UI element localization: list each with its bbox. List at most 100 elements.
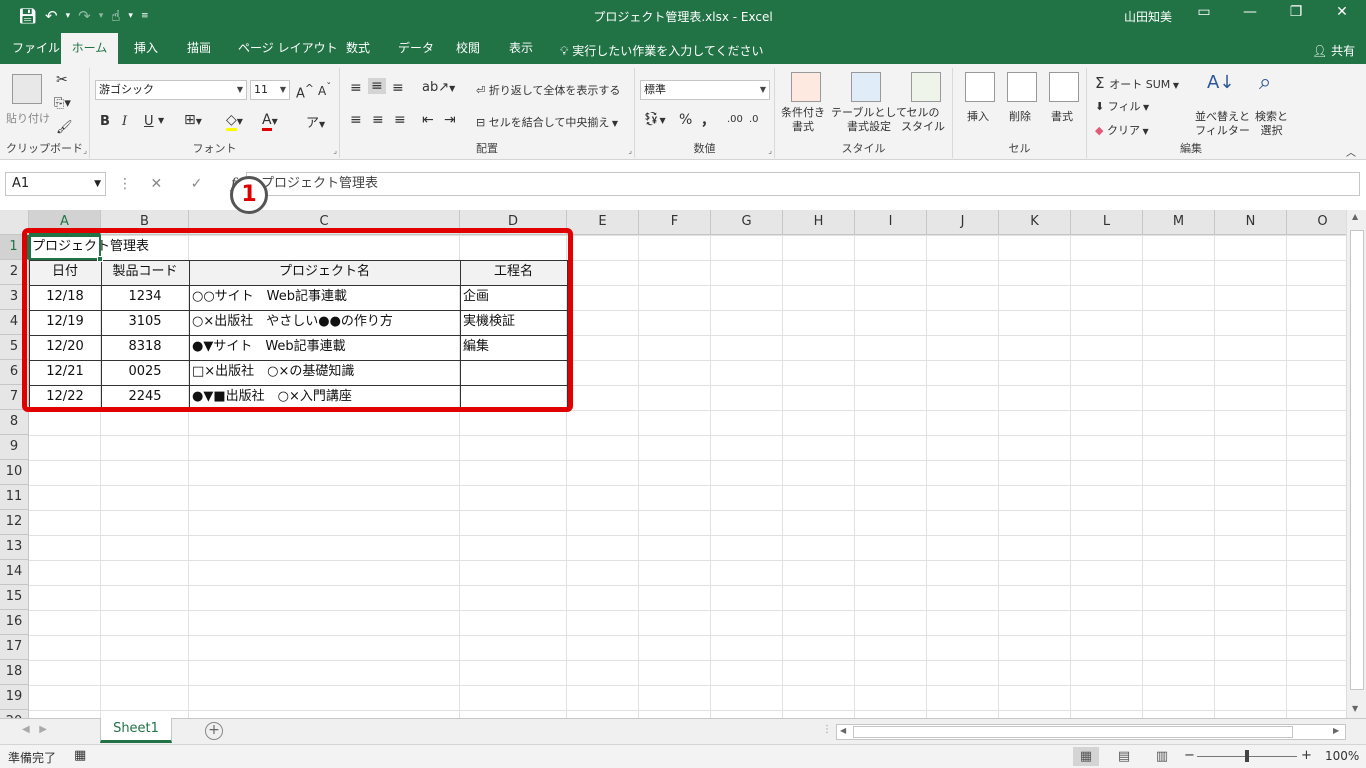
scroll-up-icon[interactable]: ▲ bbox=[1352, 212, 1358, 221]
horizontal-scroll-thumb[interactable] bbox=[853, 726, 1293, 738]
format-cells-icon[interactable] bbox=[1049, 72, 1079, 102]
zoom-slider-thumb[interactable] bbox=[1245, 750, 1249, 762]
align-top-icon[interactable]: ≡ bbox=[350, 80, 362, 96]
enter-icon[interactable]: ✓ bbox=[191, 176, 203, 192]
tab-file[interactable]: ファイル bbox=[2, 33, 70, 64]
delete-cells-button[interactable]: 削除 bbox=[1009, 108, 1031, 124]
align-right-icon[interactable]: ≡ bbox=[394, 112, 406, 128]
row-header-8[interactable]: 8 bbox=[0, 410, 29, 435]
increase-decimal-icon[interactable]: .00 bbox=[727, 114, 743, 125]
underline-button[interactable]: U bbox=[144, 114, 154, 129]
add-sheet-icon[interactable]: + bbox=[205, 722, 223, 740]
cancel-icon[interactable]: ✕ bbox=[150, 176, 162, 192]
cut-icon[interactable]: ✂ bbox=[56, 72, 68, 88]
underline-dropdown-icon[interactable]: ▼ bbox=[158, 116, 164, 125]
cell-styles-icon[interactable] bbox=[911, 72, 941, 102]
cell-styles-button[interactable]: セルの スタイル bbox=[901, 106, 945, 134]
horizontal-scrollbar[interactable]: ◀ ▶ bbox=[836, 724, 1346, 740]
row-header-13[interactable]: 13 bbox=[0, 535, 29, 560]
close-icon[interactable]: ✕ bbox=[1328, 4, 1356, 20]
collapse-ribbon-icon[interactable]: ︿ bbox=[1346, 144, 1356, 159]
column-header-f[interactable]: F bbox=[639, 210, 711, 235]
row-header-10[interactable]: 10 bbox=[0, 460, 29, 485]
fill-color-icon[interactable]: ◇▼ bbox=[226, 112, 243, 131]
comma-button[interactable]: ， bbox=[701, 110, 715, 130]
column-header-n[interactable]: N bbox=[1215, 210, 1287, 235]
tab-split-handle-icon[interactable]: ⋮ bbox=[822, 724, 832, 735]
format-cells-button[interactable]: 書式 bbox=[1051, 108, 1073, 124]
row-header-19[interactable]: 19 bbox=[0, 685, 29, 710]
formula-input[interactable]: プロジェクト管理表 bbox=[246, 172, 1360, 196]
copy-icon[interactable]: ⎘▾ bbox=[54, 96, 71, 111]
normal-view-icon[interactable]: ▦ bbox=[1073, 747, 1099, 766]
bold-button[interactable]: B bbox=[100, 114, 110, 129]
italic-button[interactable]: I bbox=[122, 114, 127, 129]
merge-center-button[interactable]: ⊟ セルを結合して中央揃え ▼ bbox=[476, 114, 618, 130]
sort-filter-icon[interactable]: A↓ bbox=[1207, 72, 1234, 93]
row-header-12[interactable]: 12 bbox=[0, 510, 29, 535]
column-header-o[interactable]: O bbox=[1287, 210, 1346, 235]
currency-icon[interactable]: 💱︎▼ bbox=[643, 112, 666, 127]
scroll-left-icon[interactable]: ◀ bbox=[840, 726, 846, 735]
clear-button[interactable]: ◆ クリア ▼ bbox=[1095, 122, 1149, 138]
scroll-down-icon[interactable]: ▼ bbox=[1352, 704, 1358, 713]
align-left-icon[interactable]: ≡ bbox=[350, 112, 362, 128]
sheet-nav-icon[interactable]: ◀ ▶ bbox=[22, 724, 53, 735]
format-as-table-icon[interactable] bbox=[851, 72, 881, 102]
wrap-text-button[interactable]: ⏎ 折り返して全体を表示する bbox=[476, 82, 620, 98]
borders-icon[interactable]: ⊞▼ bbox=[184, 112, 202, 128]
share-button[interactable]: 👤︎ 共有 bbox=[1312, 42, 1355, 59]
column-header-k[interactable]: K bbox=[999, 210, 1071, 235]
page-layout-view-icon[interactable]: ▤ bbox=[1111, 747, 1137, 766]
row-header-15[interactable]: 15 bbox=[0, 585, 29, 610]
zoom-out-icon[interactable]: − bbox=[1184, 748, 1195, 763]
font-name-select[interactable]: 游ゴシック ▼ bbox=[95, 80, 247, 100]
minimize-icon[interactable]: — bbox=[1236, 4, 1264, 20]
orientation-icon[interactable]: ab↗▼ bbox=[422, 80, 455, 95]
tab-view[interactable]: 表示 bbox=[499, 33, 543, 64]
tab-data[interactable]: データ bbox=[388, 33, 444, 64]
column-header-m[interactable]: M bbox=[1143, 210, 1215, 235]
tab-page-layout[interactable]: ページ レイアウト bbox=[228, 33, 348, 64]
vertical-scrollbar[interactable]: ▲ ▼ bbox=[1346, 210, 1366, 718]
font-size-select[interactable]: 11 ▼ bbox=[250, 80, 290, 100]
paste-button[interactable]: 貼り付け bbox=[6, 110, 50, 126]
column-header-j[interactable]: J bbox=[927, 210, 999, 235]
tab-home[interactable]: ホーム bbox=[61, 33, 118, 64]
macro-record-icon[interactable]: ▦ bbox=[74, 748, 86, 763]
column-header-e[interactable]: E bbox=[567, 210, 639, 235]
row-header-14[interactable]: 14 bbox=[0, 560, 29, 585]
row-header-20[interactable]: 20 bbox=[0, 710, 29, 718]
zoom-level[interactable]: 100% bbox=[1325, 749, 1359, 763]
column-header-i[interactable]: I bbox=[855, 210, 927, 235]
conditional-format-button[interactable]: 条件付き 書式 bbox=[781, 106, 825, 134]
alignment-launcher-icon[interactable]: ⌟ bbox=[628, 146, 632, 155]
ribbon-display-options-icon[interactable]: ▭ bbox=[1190, 4, 1218, 20]
sheet-tab-sheet1[interactable]: Sheet1 bbox=[100, 718, 172, 743]
restore-icon[interactable]: ❐ bbox=[1282, 4, 1310, 20]
tab-insert[interactable]: 挿入 bbox=[124, 33, 168, 64]
tab-review[interactable]: 校閲 bbox=[446, 33, 490, 64]
column-header-g[interactable]: G bbox=[711, 210, 783, 235]
vertical-scroll-thumb[interactable] bbox=[1350, 230, 1364, 690]
autosum-button[interactable]: Σ オート SUM ▼ bbox=[1095, 74, 1179, 92]
align-bottom-icon[interactable]: ≡ bbox=[392, 80, 404, 96]
row-header-16[interactable]: 16 bbox=[0, 610, 29, 635]
user-name[interactable]: 山田知美 bbox=[1124, 8, 1172, 25]
find-select-button[interactable]: 検索と 選択 bbox=[1255, 110, 1288, 138]
font-launcher-icon[interactable]: ⌟ bbox=[333, 146, 337, 155]
decrease-font-icon[interactable]: Aˇ bbox=[318, 82, 331, 98]
row-header-11[interactable]: 11 bbox=[0, 485, 29, 510]
font-color-icon[interactable]: A▼ bbox=[262, 112, 278, 131]
insert-cells-button[interactable]: 挿入 bbox=[967, 108, 989, 124]
delete-cells-icon[interactable] bbox=[1007, 72, 1037, 102]
magnifier-icon[interactable]: ⌕ bbox=[1259, 70, 1271, 95]
decrease-decimal-icon[interactable]: .0 bbox=[749, 114, 759, 125]
increase-font-icon[interactable]: A^ bbox=[296, 82, 314, 101]
sort-filter-button[interactable]: 並べ替えと フィルター bbox=[1195, 110, 1250, 138]
row-header-17[interactable]: 17 bbox=[0, 635, 29, 660]
insert-cells-icon[interactable] bbox=[965, 72, 995, 102]
scroll-right-icon[interactable]: ▶ bbox=[1333, 726, 1339, 735]
zoom-in-icon[interactable]: + bbox=[1301, 748, 1312, 763]
clipboard-launcher-icon[interactable]: ⌟ bbox=[83, 146, 87, 155]
